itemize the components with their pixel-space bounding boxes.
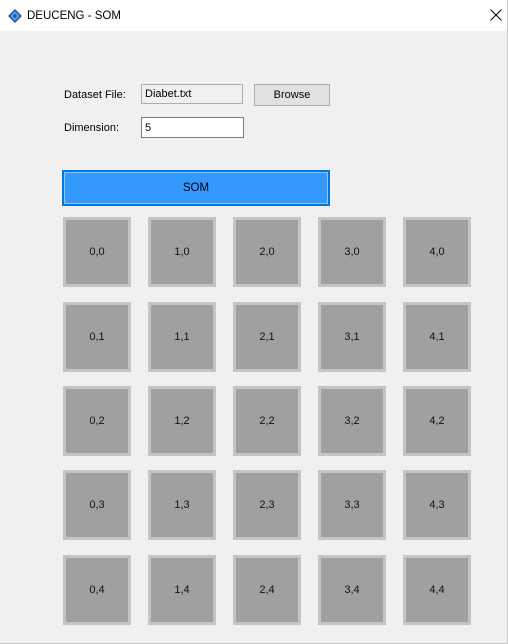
som-cell[interactable]: 0,0 [63,217,131,287]
som-cell[interactable]: 2,4 [233,555,301,625]
som-cell[interactable]: 4,3 [403,470,471,540]
window-title: DEUCENG - SOM [27,10,121,22]
title-bar[interactable]: DEUCENG - SOM [0,0,507,31]
dataset-file-field: Diabet.txt [141,84,243,104]
som-cell[interactable]: 1,3 [148,470,216,540]
som-cell[interactable]: 1,2 [148,386,216,456]
som-cell[interactable]: 1,4 [148,555,216,625]
main-window: DEUCENG - SOM Dataset File: Diabet.txt B… [0,0,508,644]
som-cell[interactable]: 2,3 [233,470,301,540]
som-cell[interactable]: 1,1 [148,302,216,372]
som-grid: 0,0 1,0 2,0 3,0 4,0 0,1 1,1 2,1 3,1 4,1 0,2 1,2 2,2 3… [63,217,471,636]
som-cell[interactable]: 2,0 [233,217,301,287]
dimension-label: Dimension: [64,122,120,134]
som-cell[interactable]: 0,1 [63,302,131,372]
browse-button[interactable]: Browse [254,84,330,106]
som-button[interactable]: SOM [62,170,330,206]
som-cell[interactable]: 4,4 [403,555,471,625]
som-cell[interactable]: 2,2 [233,386,301,456]
som-cell[interactable]: 4,1 [403,302,471,372]
som-cell[interactable]: 0,3 [63,470,131,540]
som-cell[interactable]: 3,2 [318,386,386,456]
som-cell[interactable]: 4,0 [403,217,471,287]
dataset-file-label: Dataset File: [64,89,126,101]
som-cell[interactable]: 1,0 [148,217,216,287]
dimension-input[interactable] [141,117,244,138]
som-cell[interactable]: 0,2 [63,386,131,456]
som-cell[interactable]: 0,4 [63,555,131,625]
close-icon[interactable] [487,6,505,24]
som-cell[interactable]: 4,2 [403,386,471,456]
som-cell[interactable]: 3,3 [318,470,386,540]
som-cell[interactable]: 3,1 [318,302,386,372]
som-cell[interactable]: 2,1 [233,302,301,372]
app-diamond-icon [8,9,22,23]
som-cell[interactable]: 3,0 [318,217,386,287]
som-cell[interactable]: 3,4 [318,555,386,625]
